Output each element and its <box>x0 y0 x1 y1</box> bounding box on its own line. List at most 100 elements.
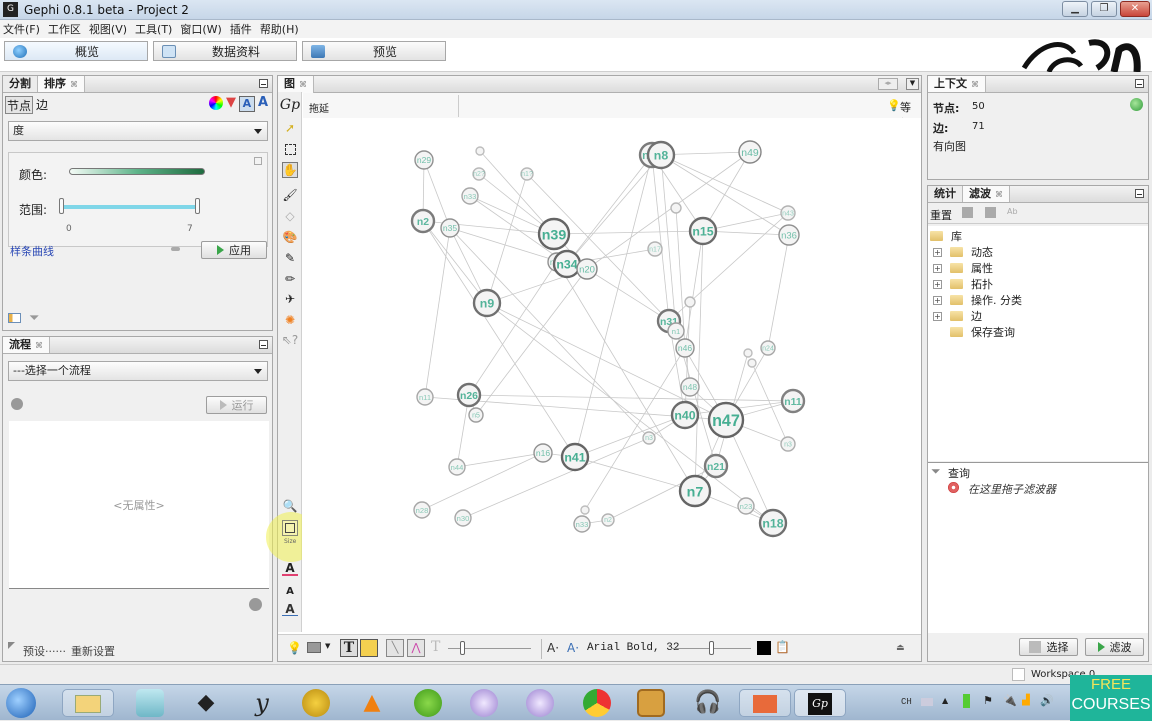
graph-edge[interactable] <box>566 154 662 265</box>
tab-ranking[interactable]: 排序 ⌘ <box>38 76 85 92</box>
graph-node[interactable]: n1? <box>520 167 534 181</box>
graph-node[interactable] <box>743 348 753 358</box>
keyboard-icon[interactable] <box>921 698 933 706</box>
graph-node[interactable]: n49 <box>738 140 762 164</box>
export-filter-icon[interactable] <box>985 207 996 218</box>
clipboard-icon[interactable]: 📋 <box>775 640 790 654</box>
yed-icon[interactable]: y <box>248 689 276 717</box>
color-wheel-icon[interactable] <box>208 96 223 110</box>
graph-edge[interactable] <box>553 230 704 235</box>
tab-data-laboratory[interactable]: 数据资料 <box>153 41 297 61</box>
expand-icon[interactable]: + <box>933 263 942 273</box>
graph-edge[interactable] <box>468 394 794 402</box>
notepad-icon[interactable] <box>136 689 164 717</box>
camtasia-icon[interactable] <box>637 689 665 717</box>
close-tab-icon[interactable]: ⌘ <box>299 80 307 89</box>
flag-icon[interactable]: ⚑ <box>983 694 993 707</box>
inkscape-icon[interactable]: ◆ <box>192 689 220 717</box>
minimize-panel-button[interactable] <box>1135 79 1144 88</box>
audacity-icon[interactable]: 🎧 <box>694 689 722 717</box>
graph-node[interactable]: n20 <box>576 258 598 280</box>
graph-node[interactable]: n2? <box>472 167 486 181</box>
library-item[interactable]: 保存查询 <box>933 324 1015 340</box>
pencil-icon[interactable]: ✎ <box>282 250 298 266</box>
node-circle[interactable] <box>475 146 485 156</box>
graph-edge[interactable] <box>574 414 686 458</box>
library-item[interactable]: + 操作. 分类 <box>933 292 1022 308</box>
tab-workflow[interactable]: 流程 ⌘ <box>3 337 50 353</box>
graph-node[interactable]: n30 <box>454 509 472 527</box>
battery-icon[interactable] <box>963 694 970 708</box>
range-min-handle[interactable] <box>59 198 64 214</box>
close-tab-icon[interactable]: ⌘ <box>35 341 43 350</box>
edge-color-icon[interactable]: ⋀ <box>407 639 425 657</box>
explorer-taskbar-button[interactable] <box>62 689 114 717</box>
tray-expand-icon[interactable]: ▲ <box>942 696 948 705</box>
label-bg-icon[interactable] <box>360 639 378 657</box>
graph-node[interactable]: n1 <box>667 322 685 340</box>
graph-edge[interactable] <box>584 347 686 511</box>
help-cursor-icon[interactable]: ⇖? <box>282 332 298 348</box>
graph-node[interactable]: n29 <box>414 150 434 170</box>
select-button[interactable]: 选择 <box>1019 638 1078 656</box>
gradient-options-icon[interactable] <box>254 157 262 165</box>
graph-node[interactable]: n40 <box>670 400 700 430</box>
library-item[interactable]: + 拓扑 <box>933 276 993 292</box>
rename-icon[interactable]: Ab <box>1007 207 1018 216</box>
graph-edge[interactable] <box>479 150 555 235</box>
graph-node[interactable]: n43 <box>780 205 796 221</box>
library-root[interactable]: 库 <box>930 228 962 244</box>
expand-icon[interactable]: + <box>933 279 942 289</box>
graph-node[interactable]: n17 <box>647 241 663 257</box>
tab-statistics[interactable]: 统计 <box>928 186 963 202</box>
spline-link[interactable]: 样条曲线 <box>10 243 54 259</box>
graph-edge[interactable] <box>424 227 451 398</box>
graph-edge[interactable] <box>456 452 544 468</box>
menu-view[interactable]: 视图(V) <box>89 21 127 37</box>
color-gradient-bar[interactable] <box>69 168 205 175</box>
minimize-button[interactable]: ▁ <box>1062 1 1088 17</box>
graph-edge[interactable] <box>651 154 670 322</box>
diamond-icon[interactable]: ◇ <box>282 208 298 224</box>
size-diamond-icon[interactable]: ▼ <box>226 96 236 112</box>
gephi-taskbar-button[interactable]: Gp <box>794 689 846 717</box>
expand-icon[interactable]: + <box>933 295 942 305</box>
node-circle[interactable] <box>684 296 696 308</box>
node-circle[interactable] <box>580 505 590 515</box>
menu-window[interactable]: 窗口(W) <box>180 21 221 37</box>
graph-node[interactable]: n15 <box>688 216 718 246</box>
reset-link[interactable]: 重新设置 <box>71 643 115 659</box>
minimize-panel-button[interactable] <box>259 79 268 88</box>
vlc-icon[interactable]: ▲ <box>358 689 386 717</box>
dreamweaver-icon[interactable] <box>414 689 442 717</box>
expand-toolbar-icon[interactable]: ⏏ <box>896 643 905 653</box>
volume-icon[interactable]: 🔊 <box>1040 694 1054 707</box>
font-selector[interactable]: Arial Bold, 32 <box>587 642 679 654</box>
menu-help[interactable]: 帮助(H) <box>260 21 299 37</box>
graph-node[interactable]: n11 <box>780 388 806 414</box>
filter-button[interactable]: 滤波 <box>1085 638 1144 656</box>
screenshot-icon[interactable] <box>307 642 321 653</box>
apply-button[interactable]: 应用 <box>201 241 267 259</box>
graph-node[interactable]: n36 <box>778 224 800 246</box>
graph-node[interactable]: n47 <box>707 401 745 439</box>
tab-partition[interactable]: 分割 <box>3 76 38 92</box>
presets-link[interactable]: 预设······ <box>23 643 66 659</box>
minimize-panel-button[interactable] <box>259 340 268 349</box>
graph-node[interactable] <box>670 202 682 214</box>
label-size-handle[interactable] <box>709 641 714 655</box>
language-indicator[interactable]: CH <box>901 697 912 707</box>
freeway-icon[interactable] <box>302 689 330 717</box>
graph-node[interactable]: n41 <box>560 442 590 472</box>
menu-file[interactable]: 文件(F) <box>3 21 40 37</box>
result-list-icon[interactable] <box>8 313 21 323</box>
label-color-a-icon[interactable]: A <box>282 561 298 576</box>
menu-workspace[interactable]: 工作区 <box>48 21 81 37</box>
graph-node[interactable]: n11 <box>416 388 434 406</box>
windows-start-icon[interactable] <box>6 688 36 718</box>
font-color-icon[interactable]: A· <box>567 641 579 655</box>
info-icon[interactable] <box>11 398 23 410</box>
save-filter-icon[interactable] <box>962 207 973 218</box>
tab-preview[interactable]: 预览 <box>302 41 446 61</box>
minimize-panel-button[interactable] <box>1135 189 1144 198</box>
